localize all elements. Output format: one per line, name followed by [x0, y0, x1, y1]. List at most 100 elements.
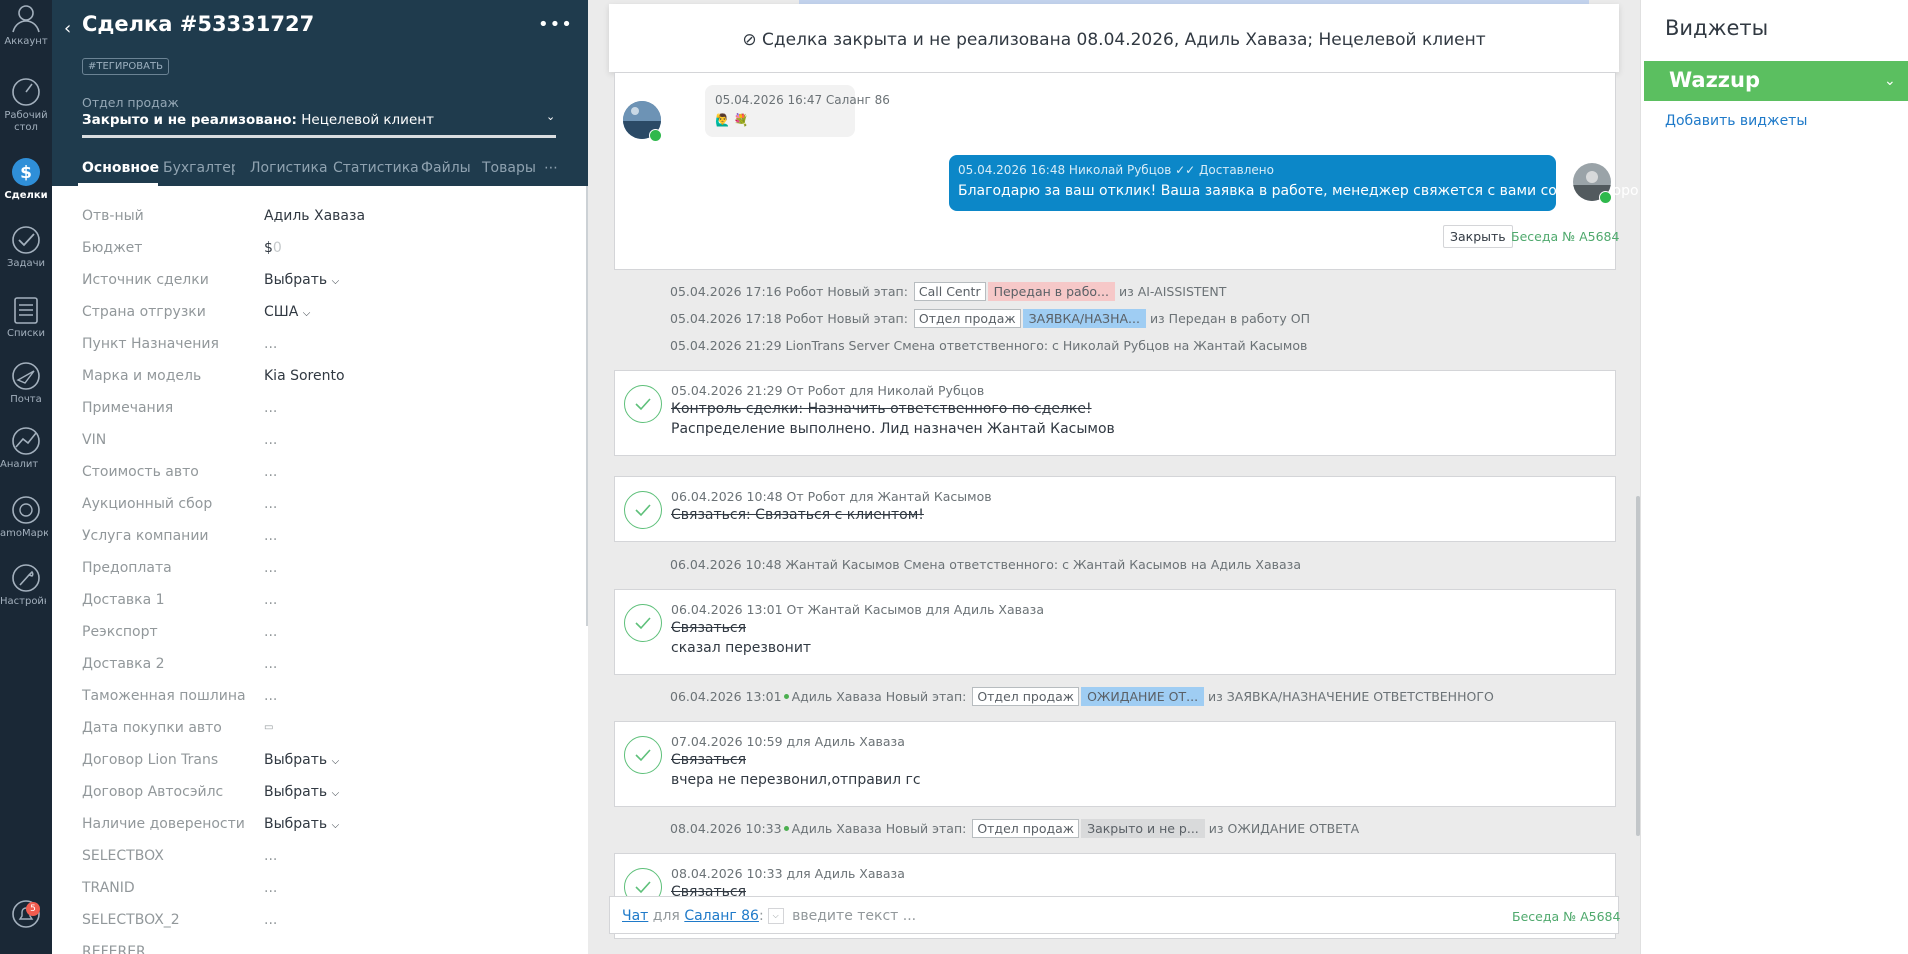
field-value[interactable]: Kia Sorento [264, 368, 345, 384]
nav-item-market[interactable]: amoМаркет [0, 494, 52, 554]
field-label: Договор Автосэйлс [82, 784, 224, 800]
nav-label: Настройки [0, 596, 46, 607]
nav-item-settings[interactable]: Настройки [0, 562, 52, 622]
tab-statistics[interactable]: Статистика [333, 160, 419, 176]
field-value[interactable]: ... [264, 848, 277, 864]
close-chat-button[interactable]: Закрыть [1443, 225, 1513, 248]
field-value[interactable]: ... [264, 400, 277, 416]
field-destination: Пункт Назначения ... [82, 336, 562, 362]
nav-item-mail[interactable]: Почта [0, 360, 52, 420]
check-icon [635, 749, 651, 762]
recipient-link[interactable]: Саланг 86 [684, 908, 759, 924]
field-tranid: TRANID ... [82, 880, 562, 906]
tab-logistics[interactable]: Логистика [250, 160, 328, 176]
field-referer: REFERER [82, 944, 562, 954]
check-circle-icon [624, 385, 662, 423]
deal-card: ‹ Сделка #53331727 ••• #ТЕГИРОВАТЬ Отдел… [52, 0, 588, 954]
nav-label: Почта [10, 394, 42, 405]
back-arrow-icon[interactable]: ‹ [64, 18, 71, 39]
field-value[interactable]: ... [264, 688, 277, 704]
country-select[interactable]: США ⌵ [264, 304, 310, 320]
tab-main[interactable]: Основное [82, 160, 159, 176]
task-title: Контроль сделки: Назначить ответственног… [671, 401, 1092, 417]
tab-products[interactable]: Товары [482, 160, 536, 176]
chevron-down-icon[interactable]: ⌵ [767, 908, 784, 924]
nav-item-lists[interactable]: Списки [0, 294, 52, 354]
field-value[interactable]: ... [264, 528, 277, 544]
field-value[interactable]: ... [264, 560, 277, 576]
conversation-id-link[interactable]: Беседа № А5684 [1511, 229, 1619, 244]
field-label: SELECTBOX_2 [82, 912, 180, 928]
field-value[interactable]: ... [264, 624, 277, 640]
message-emoji: 🙋‍♂️ 💐 [715, 113, 749, 127]
calendar-icon[interactable]: ▭ [264, 722, 273, 733]
deals-icon: $ [12, 158, 40, 186]
chat-type-link[interactable]: Чат [622, 908, 648, 924]
nav-label: amoМаркет [0, 528, 48, 539]
for-label: для [652, 908, 680, 924]
stage-change-event: 08.04.2026 10:33 Адиль Хаваза Новый этап:… [670, 819, 1359, 839]
task-item: 07.04.2026 10:59 для Адиль Хаваза Связат… [614, 721, 1616, 807]
field-value[interactable]: Адиль Хаваза [264, 208, 365, 224]
chevron-down-icon[interactable]: ⌄ [546, 110, 555, 123]
stage-badge: Передан в рабо... [987, 282, 1115, 301]
budget-input[interactable]: $0 [264, 240, 282, 256]
power-of-attorney-select[interactable]: Выбрать ⌵ [264, 816, 339, 832]
banner-top-line [799, 0, 1589, 4]
event-actor: Адиль Хаваза Новый этап: [791, 689, 967, 704]
responsible-change-event: 06.04.2026 10:48 Жантай Касымов Смена от… [670, 557, 1301, 572]
field-value[interactable]: ... [264, 912, 277, 928]
more-actions-icon[interactable]: ••• [538, 14, 573, 35]
field-label: Доставка 2 [82, 656, 165, 672]
check-circle-icon [624, 736, 662, 774]
nav-item-dashboard[interactable]: Рабочий стол [0, 76, 52, 136]
field-label: Предоплата [82, 560, 172, 576]
banner-text: Сделка закрыта и не реализована 08.04.20… [762, 30, 1486, 50]
source-select[interactable]: Выбрать ⌵ [264, 272, 339, 288]
widgets-panel: Виджеты Wazzup ⌄ Добавить виджеты [1640, 0, 1908, 954]
add-widgets-link[interactable]: Добавить виджеты [1665, 113, 1807, 129]
field-value[interactable]: ... [264, 432, 277, 448]
deal-closed-banner: ⊘ Сделка закрыта и не реализована 08.04.… [609, 0, 1619, 72]
chevron-down-icon[interactable]: ⌄ [1884, 73, 1896, 89]
composer-row: Чат для Саланг 86: ⌵ введите текст ... [622, 908, 917, 924]
field-contract-liontrans: Договор Lion Trans Выбрать ⌵ [82, 752, 562, 778]
contract-liontrans-select[interactable]: Выбрать ⌵ [264, 752, 339, 768]
field-delivery-2: Доставка 2 ... [82, 656, 562, 682]
check-icon [635, 398, 651, 411]
tasks-icon [12, 226, 40, 254]
message-composer: Чат для Саланг 86: ⌵ введите текст ... Бе… [609, 896, 1620, 934]
tag-button[interactable]: #ТЕГИРОВАТЬ [82, 58, 169, 75]
check-circle-icon [624, 604, 662, 642]
field-value[interactable]: ... [264, 592, 277, 608]
nav-item-account[interactable]: Аккаунт [0, 0, 52, 60]
field-value[interactable]: ... [264, 464, 277, 480]
field-value[interactable]: ... [264, 496, 277, 512]
wazzup-widget[interactable]: Wazzup ⌄ [1644, 61, 1908, 101]
task-result: Распределение выполнено. Лид назначен Жа… [671, 421, 1115, 437]
online-dot [783, 694, 789, 699]
stage-change-event: 06.04.2026 13:01 Адиль Хаваза Новый этап:… [670, 687, 1494, 707]
tabs-more-icon[interactable]: ⋯ [544, 160, 558, 176]
contract-autosales-select[interactable]: Выбрать ⌵ [264, 784, 339, 800]
field-label: SELECTBOX [82, 848, 164, 864]
tab-files[interactable]: Файлы [421, 160, 471, 176]
chat-conversation: 05.04.2026 16:47 Саланг 86 🙋‍♂️ 💐 05.04.… [614, 72, 1640, 270]
field-label: Примечания [82, 400, 174, 416]
tab-accounting[interactable]: Бухгалтерия [163, 160, 235, 176]
nav-item-deals[interactable]: $ Сделки [0, 156, 52, 216]
conversation-id-link[interactable]: Беседа № А5684 [1512, 909, 1620, 924]
field-responsible: Отв-ный Адиль Хаваза [82, 208, 562, 234]
nav-item-analytics[interactable]: Аналитика [0, 425, 52, 485]
pipeline-badge: Отдел продаж [972, 819, 1080, 838]
field-value[interactable]: ... [264, 336, 277, 352]
message-text: Благодарю за ваш отклик! Ваша заявка в р… [958, 183, 1640, 199]
field-label: Аукционный сбор [82, 496, 213, 512]
field-contract-autosales: Договор Автосэйлс Выбрать ⌵ [82, 784, 562, 810]
responsible-change-event: 05.04.2026 21:29 LionTrans Server Смена … [670, 338, 1308, 353]
pipeline-status[interactable]: Закрыто и не реализовано: Нецелевой клие… [82, 112, 434, 128]
field-value[interactable]: ... [264, 656, 277, 672]
message-input[interactable]: введите текст ... [792, 908, 916, 924]
field-value[interactable]: ... [264, 880, 277, 896]
nav-item-tasks[interactable]: Задачи [0, 224, 52, 284]
